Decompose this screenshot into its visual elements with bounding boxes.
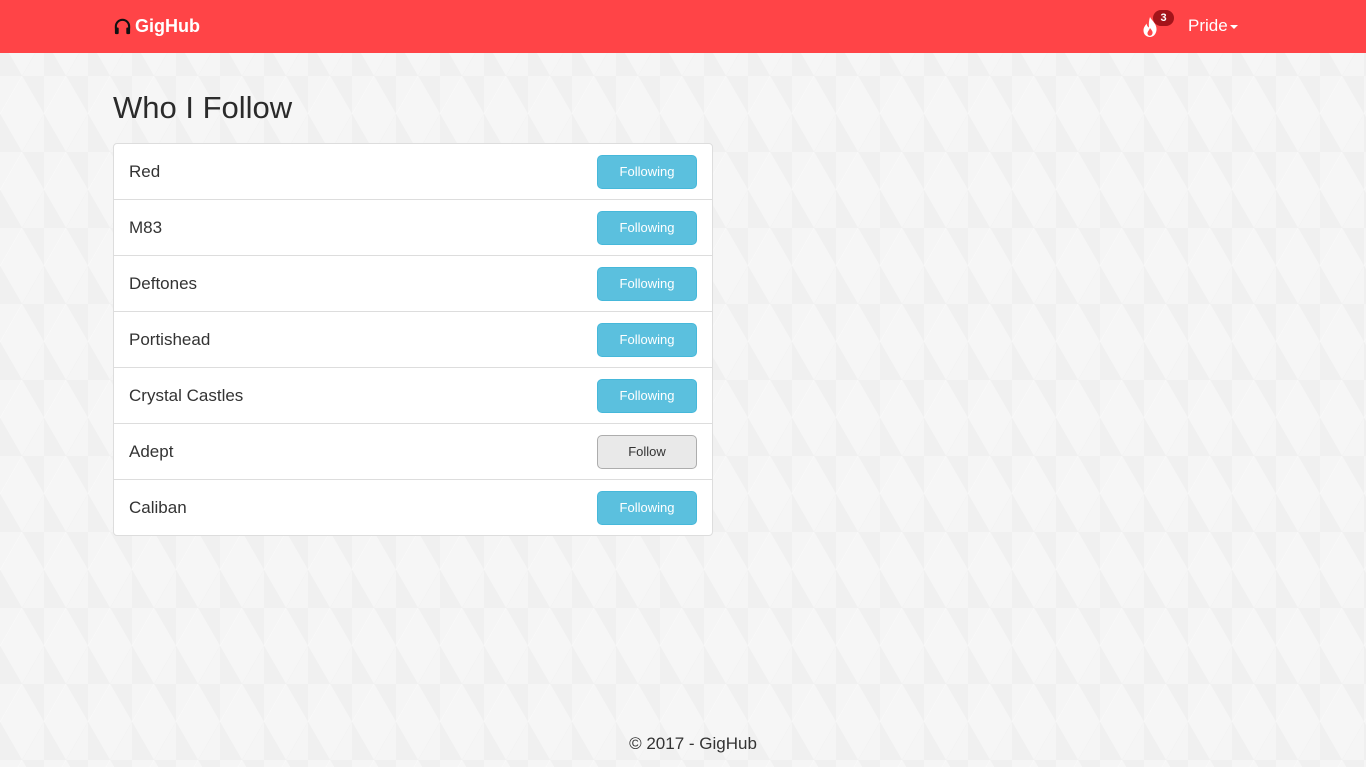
artist-name: Portishead (129, 329, 211, 349)
notification-count-badge: 3 (1153, 10, 1174, 26)
following-button[interactable]: Following (597, 490, 697, 525)
artist-name: Red (129, 161, 161, 181)
navbar: GigHub 3 Pride (0, 0, 1366, 53)
artist-name: Adept (129, 441, 174, 461)
list-item: Crystal Castles Following (114, 367, 712, 423)
caret-down-icon (1229, 25, 1238, 29)
following-button[interactable]: Following (597, 266, 697, 301)
notifications-button[interactable]: 3 (1140, 10, 1176, 40)
artist-name: M83 (129, 217, 163, 237)
list-item: Adept Follow (114, 423, 712, 479)
user-menu-dropdown[interactable]: Pride (1188, 15, 1238, 37)
brand-name: GigHub (135, 15, 200, 36)
following-list: Red Following M83 Following Deftones Followin… (113, 143, 713, 536)
footer-copyright: © 2017 - GigHub (629, 734, 757, 753)
user-name: Pride (1188, 16, 1228, 35)
following-button[interactable]: Following (597, 154, 697, 189)
following-button[interactable]: Following (597, 210, 697, 245)
artist-name: Crystal Castles (129, 385, 244, 405)
brand-link[interactable]: GigHub (113, 14, 200, 38)
list-item: M83 Following (114, 199, 712, 255)
artist-name: Caliban (129, 497, 187, 517)
artist-name: Deftones (129, 273, 198, 293)
follow-button[interactable]: Follow (597, 434, 697, 469)
page-title: Who I Follow (113, 90, 293, 125)
list-item: Portishead Following (114, 311, 712, 367)
following-button[interactable]: Following (597, 378, 697, 413)
list-item: Deftones Following (114, 255, 712, 311)
list-item: Caliban Following (114, 479, 712, 535)
list-item: Red Following (114, 144, 712, 199)
headphones-icon (113, 17, 132, 36)
following-button[interactable]: Following (597, 322, 697, 357)
